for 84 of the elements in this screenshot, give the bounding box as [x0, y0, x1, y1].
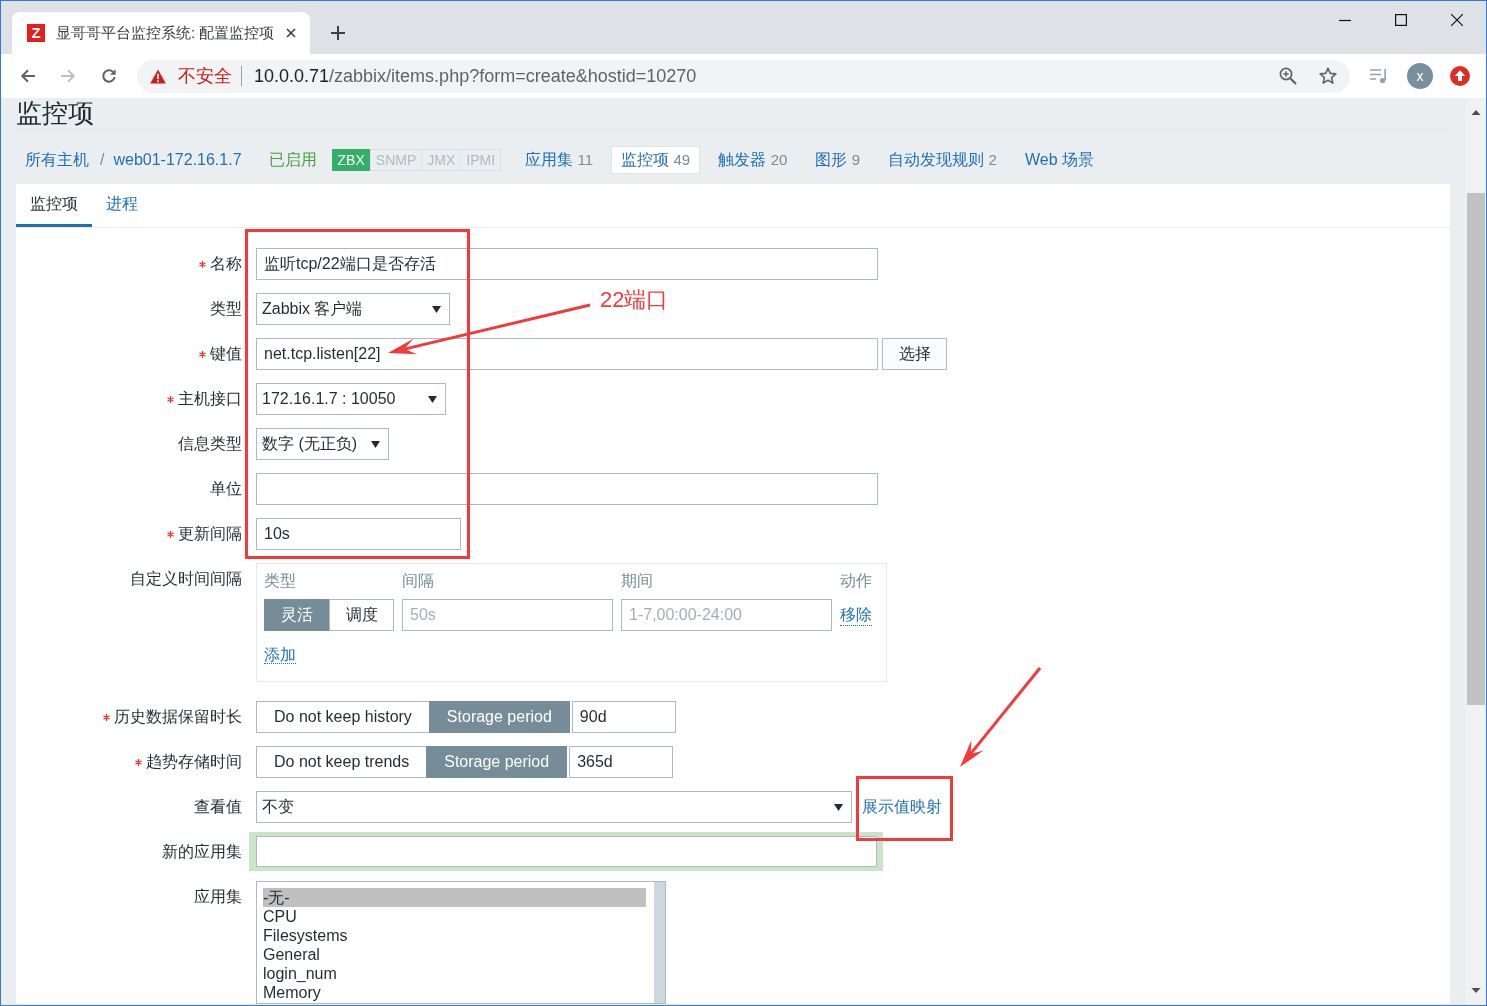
list-option[interactable]: Memory [263, 983, 646, 1002]
list-option[interactable]: Filesystems [263, 926, 646, 945]
value-mapping-link[interactable]: 展示值映射 [862, 796, 942, 818]
remove-link[interactable]: 移除 [840, 604, 872, 626]
star-icon[interactable] [1319, 67, 1337, 85]
maximize-icon[interactable] [1395, 14, 1407, 26]
reload-icon[interactable] [101, 68, 117, 84]
field-label: 信息类型 [178, 433, 242, 454]
period-field[interactable]: 1-7,00:00-24:00 [621, 599, 832, 631]
add-link[interactable]: 添加 [264, 646, 296, 664]
zoom-in-icon[interactable] [1279, 67, 1297, 85]
nav-link[interactable]: 自动发现规则 2 [878, 146, 1007, 174]
close-icon[interactable] [286, 28, 296, 38]
nav-link[interactable]: 应用集 11 [515, 146, 604, 174]
field-label: 类型 [210, 298, 242, 319]
form-tab[interactable]: 监控项 [16, 184, 92, 227]
scrollbar-thumb[interactable] [1467, 193, 1485, 705]
field-label: 主机接口 [178, 388, 242, 409]
storage-option-button[interactable]: Do not keep history [256, 701, 430, 733]
plus-icon[interactable] [331, 26, 345, 40]
nav-link[interactable]: Web 场景 [1014, 146, 1104, 174]
breadcrumb-link[interactable]: 所有主机 [25, 149, 89, 171]
availability-badge: JMX [421, 149, 462, 171]
column-header: 期间 [621, 571, 654, 591]
breadcrumb-link[interactable]: web01-172.16.1.7 [113, 151, 242, 169]
column-header: 类型 [264, 571, 297, 591]
caret-icon [428, 395, 437, 403]
mode-button[interactable]: 调度 [329, 599, 394, 631]
listbox[interactable]: -无- CPU Filesystems General login_num Memory [256, 881, 666, 1004]
scrollbar-track[interactable] [654, 882, 665, 1003]
text-field[interactable]: 10s [256, 518, 461, 550]
select-button[interactable]: 选择 [882, 338, 947, 370]
list-option[interactable]: General [263, 945, 646, 964]
tab-title: 显哥哥平台监控系统: 配置监控项 [56, 23, 275, 43]
nav-link[interactable]: 图形 9 [805, 146, 871, 174]
playlist-icon[interactable] [1370, 68, 1388, 84]
list-option[interactable]: CPU [263, 907, 646, 926]
address-bar[interactable]: 不安全 10.0.0.71/zabbix/items.php?form=create&hostid=10270 [137, 59, 1350, 93]
interval-field[interactable]: 50s [402, 599, 613, 631]
browser-tab[interactable]: Z 显哥哥平台监控系统: 配置监控项 [12, 12, 310, 54]
favicon: Z [27, 24, 45, 42]
field-label: 自定义时间间隔 [130, 568, 242, 589]
column-header: 间隔 [402, 571, 435, 591]
warning-icon [150, 68, 166, 84]
column-header: 动作 [840, 571, 873, 591]
text-field[interactable]: net.tcp.listen[22] [256, 338, 878, 370]
dropdown[interactable]: 不变 [256, 791, 852, 823]
dropdown[interactable]: 数字 (无正负) [256, 428, 389, 460]
text-field[interactable] [249, 832, 883, 871]
availability-badge: IPMI [460, 149, 502, 171]
page-title: 监控项 [16, 98, 1450, 130]
field-label: 键值 [210, 343, 242, 364]
caret-icon [432, 305, 441, 313]
list-option[interactable]: login_num [263, 964, 646, 983]
field-label: 单位 [210, 478, 242, 499]
field-label: 名称 [210, 253, 242, 274]
dropdown[interactable]: Zabbix 客户端 [256, 293, 450, 325]
text-field[interactable] [256, 473, 878, 505]
back-icon[interactable] [20, 68, 36, 84]
availability-badge: ZBX [331, 149, 371, 171]
field-label: 更新间隔 [178, 523, 242, 544]
text-field[interactable]: 365d [569, 746, 674, 778]
list-option[interactable]: -无- [263, 888, 646, 907]
field-label: 新的应用集 [162, 841, 242, 862]
nav-link[interactable]: 触发器 20 [708, 146, 798, 174]
field-label: 查看值 [194, 796, 242, 817]
security-label: 不安全 [178, 65, 232, 88]
caret-icon [834, 803, 843, 811]
annotation-text: 22端口 [600, 286, 669, 314]
storage-option-button[interactable]: Do not keep trends [256, 746, 428, 778]
text-field[interactable]: 监听tcp/22端口是否存活 [256, 248, 878, 280]
scrollbar-track[interactable] [1466, 98, 1486, 1005]
nav-link[interactable]: 监控项 49 [611, 146, 701, 174]
text-field[interactable]: 90d [571, 701, 676, 733]
url-text[interactable]: 10.0.0.71/zabbix/items.php?form=create&hostid=10270 [254, 65, 697, 87]
field-label: 历史数据保留时长 [114, 706, 242, 727]
dropdown[interactable]: 172.16.1.7 : 10050 [256, 383, 446, 415]
field-label: 应用集 [194, 886, 242, 907]
form-tab[interactable]: 进程 [92, 184, 152, 227]
breadcrumb-separator: / [100, 151, 105, 169]
availability-badge: SNMP [369, 149, 423, 171]
close-icon[interactable] [1451, 14, 1463, 26]
caret-icon [371, 440, 380, 448]
field-label: 趋势存储时间 [146, 751, 242, 772]
